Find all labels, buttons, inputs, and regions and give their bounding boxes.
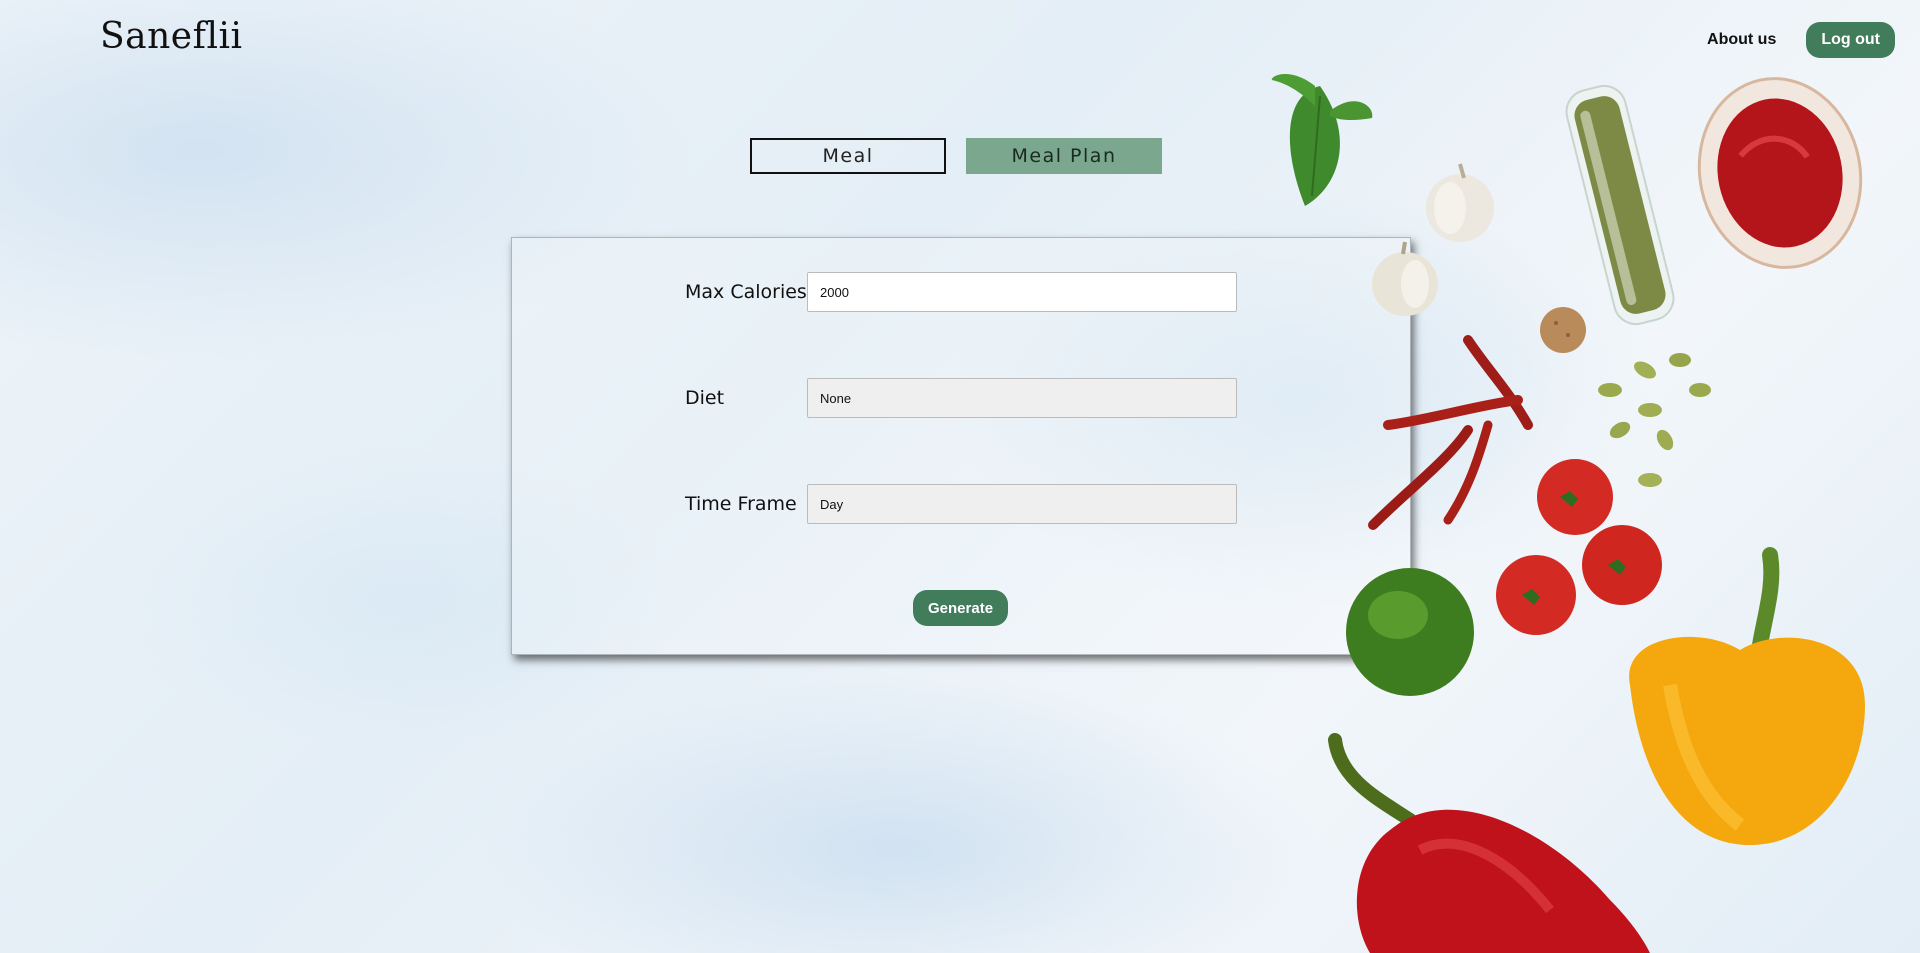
site-logo[interactable]: Saneflii <box>100 16 242 57</box>
tab-meal[interactable]: Meal <box>750 138 946 174</box>
max-calories-label: Max Calories <box>685 280 807 303</box>
about-us-link[interactable]: About us <box>1707 31 1776 49</box>
diet-label: Diet <box>685 386 725 409</box>
diet-row: Diet None <box>685 378 1237 418</box>
ketchup-bowl-icon <box>1697 77 1863 269</box>
logout-button[interactable]: Log out <box>1806 22 1895 58</box>
pumpkin-seeds-icon <box>1598 353 1711 487</box>
pumpkin-seed-jar-icon <box>1565 84 1675 326</box>
garlic-icon <box>1426 163 1494 242</box>
yellow-pepper-icon <box>1629 547 1865 845</box>
tomato-icon <box>1496 459 1662 635</box>
time-frame-label: Time Frame <box>685 492 797 515</box>
max-calories-row: Max Calories 2000 <box>685 272 1237 312</box>
cracker-icon <box>1540 307 1586 353</box>
generate-button[interactable]: Generate <box>913 590 1009 626</box>
mode-tabs: Meal Meal Plan <box>750 138 1162 174</box>
tab-meal-plan[interactable]: Meal Plan <box>966 138 1162 174</box>
max-calories-input[interactable]: 2000 <box>807 272 1237 312</box>
top-nav: About us Log out <box>1707 22 1895 58</box>
diet-select[interactable]: None <box>807 378 1237 418</box>
time-frame-row: Time Frame Day <box>685 484 1237 524</box>
meal-plan-form: Max Calories 2000 Diet None Time Frame D… <box>511 237 1411 655</box>
time-frame-select[interactable]: Day <box>807 484 1237 524</box>
basil-icon <box>1271 73 1373 206</box>
red-pepper-icon <box>1328 733 1650 953</box>
